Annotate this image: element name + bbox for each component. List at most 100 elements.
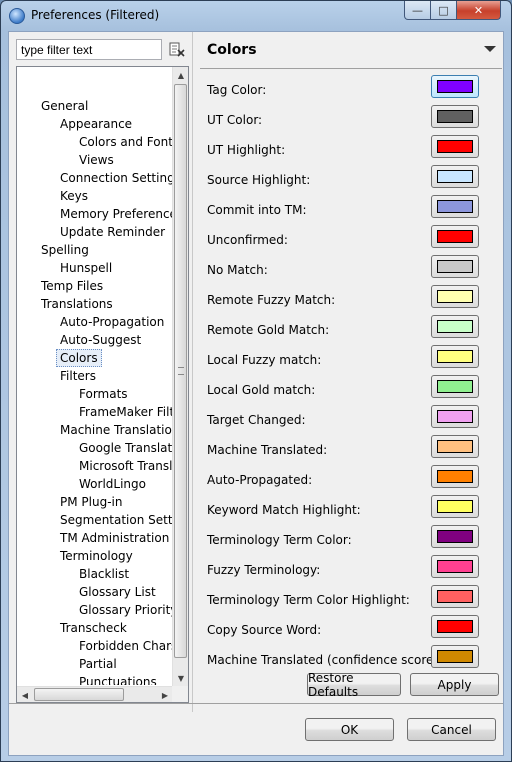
tree-item[interactable]: Spelling: [41, 241, 89, 259]
tree-item[interactable]: Google Translate: [79, 439, 173, 457]
page-header: Colors: [200, 39, 502, 67]
restore-defaults-button[interactable]: Restore Defaults: [307, 671, 401, 699]
ok-button[interactable]: OK: [305, 718, 394, 741]
tree-item[interactable]: Segmentation Setting: [60, 511, 173, 529]
color-picker-button[interactable]: [431, 615, 479, 638]
preference-tree[interactable]: General Appearance Colors and Fonts Views Co…: [16, 66, 189, 703]
tree-item[interactable]: Blacklist: [79, 565, 129, 583]
color-picker-button[interactable]: [431, 315, 479, 338]
clear-filter-icon[interactable]: [169, 41, 185, 57]
split-sash[interactable]: [192, 32, 194, 712]
color-swatch: [437, 410, 473, 423]
tree-item[interactable]: Auto-Suggest: [60, 331, 141, 349]
color-picker-button[interactable]: [431, 375, 479, 398]
tree-item[interactable]: Keys: [60, 187, 88, 205]
color-swatch: [437, 80, 473, 93]
color-row: Machine Translated:: [207, 435, 489, 465]
color-label: Auto-Propagated:: [207, 473, 313, 487]
tree-item[interactable]: PM Plug-in: [60, 493, 122, 511]
color-picker-button[interactable]: [431, 555, 479, 578]
tree-item[interactable]: Auto-Propagation: [60, 313, 164, 331]
color-label: Terminology Term Color:: [207, 533, 352, 547]
dialog-client: GeneralAppearanceColors and FontsViewsCo…: [8, 31, 504, 756]
tree-item[interactable]: Connection Settings: [60, 169, 173, 187]
color-swatch: [437, 470, 473, 483]
tree-item-selected[interactable]: Colors: [56, 349, 102, 367]
scroll-right-icon[interactable]: ▶: [157, 687, 173, 702]
tree-item[interactable]: Forbidden Chars: [79, 637, 173, 655]
tree-item[interactable]: Temp Files: [41, 277, 103, 295]
color-picker-button[interactable]: [431, 135, 479, 158]
cancel-button[interactable]: Cancel: [407, 718, 496, 741]
color-picker-button[interactable]: [431, 345, 479, 368]
color-label: UT Color:: [207, 113, 263, 127]
filter-input[interactable]: [16, 39, 162, 60]
tree-item[interactable]: Punctuations: [79, 673, 157, 685]
scroll-corner: [172, 686, 188, 702]
tree-item[interactable]: Memory Preferences: [60, 205, 173, 223]
tree-item[interactable]: Formats: [79, 385, 128, 403]
tree-item[interactable]: Filters: [60, 367, 96, 385]
color-swatch: [437, 380, 473, 393]
color-swatch: [437, 650, 473, 663]
tree-horizontal-scrollbar[interactable]: ◀ ▶: [17, 686, 173, 702]
color-label: Remote Gold Match:: [207, 323, 330, 337]
color-picker-button[interactable]: [431, 225, 479, 248]
tree-item[interactable]: Transcheck: [60, 619, 127, 637]
tree-item[interactable]: Glossary Priority: [79, 601, 173, 619]
color-picker-button[interactable]: [431, 495, 479, 518]
tree-item[interactable]: Views: [79, 151, 114, 169]
horizontal-scroll-thumb[interactable]: [34, 688, 124, 701]
maximize-button[interactable]: □: [430, 1, 457, 20]
color-picker-button[interactable]: [431, 165, 479, 188]
tree-item[interactable]: FrameMaker Filter: [79, 403, 173, 421]
color-swatch: [437, 620, 473, 633]
vertical-scroll-thumb[interactable]: [174, 84, 187, 658]
minimize-button[interactable]: —: [404, 1, 431, 20]
color-swatch: [437, 140, 473, 153]
tree-vertical-scrollbar[interactable]: ▲ ▼: [172, 67, 188, 687]
color-picker-button[interactable]: [431, 585, 479, 608]
color-picker-button[interactable]: [431, 75, 479, 98]
close-button[interactable]: ✕: [456, 1, 501, 20]
tree-item[interactable]: Update Reminder: [60, 223, 165, 241]
color-picker-button[interactable]: [431, 465, 479, 488]
color-label: Unconfirmed:: [207, 233, 288, 247]
tree-item[interactable]: Appearance: [60, 115, 132, 133]
tree-item[interactable]: Translations: [41, 295, 113, 313]
color-picker-button[interactable]: [431, 435, 479, 458]
color-row: Fuzzy Terminology:: [207, 555, 489, 585]
color-swatch: [437, 320, 473, 333]
color-label: No Match:: [207, 263, 268, 277]
color-row: Copy Source Word:: [207, 615, 489, 645]
tree-item[interactable]: Hunspell: [60, 259, 112, 277]
color-row: Tag Color:: [207, 75, 489, 105]
tree-item[interactable]: TM Administration: [60, 529, 169, 547]
color-picker-button[interactable]: [431, 405, 479, 428]
minimize-icon: —: [412, 3, 423, 17]
scroll-left-icon[interactable]: ◀: [17, 687, 33, 702]
color-row: Remote Gold Match:: [207, 315, 489, 345]
color-picker-button[interactable]: [431, 195, 479, 218]
apply-button[interactable]: Apply: [410, 673, 499, 696]
tree-item[interactable]: Glossary List: [79, 583, 156, 601]
tree-item[interactable]: Microsoft Translat: [79, 457, 173, 475]
color-picker-button[interactable]: [431, 645, 479, 668]
view-menu-icon[interactable]: [484, 46, 496, 52]
color-swatch: [437, 170, 473, 183]
scroll-up-icon[interactable]: ▲: [173, 67, 188, 83]
color-picker-button[interactable]: [431, 525, 479, 548]
scroll-down-icon[interactable]: ▼: [173, 670, 188, 686]
tree-item[interactable]: General: [41, 97, 88, 115]
tree-item[interactable]: Machine Translation: [60, 421, 173, 439]
tree-item[interactable]: Terminology: [60, 547, 133, 565]
color-picker-button[interactable]: [431, 285, 479, 308]
color-row: Local Fuzzy match:: [207, 345, 489, 375]
tree-item[interactable]: Colors and Fonts: [79, 133, 173, 151]
tree-item[interactable]: Partial: [79, 655, 117, 673]
color-picker-button[interactable]: [431, 105, 479, 128]
color-label: Local Gold match:: [207, 383, 316, 397]
color-picker-button[interactable]: [431, 255, 479, 278]
title-bar[interactable]: Preferences (Filtered) — □ ✕: [1, 1, 511, 31]
tree-item[interactable]: WorldLingo: [79, 475, 146, 493]
